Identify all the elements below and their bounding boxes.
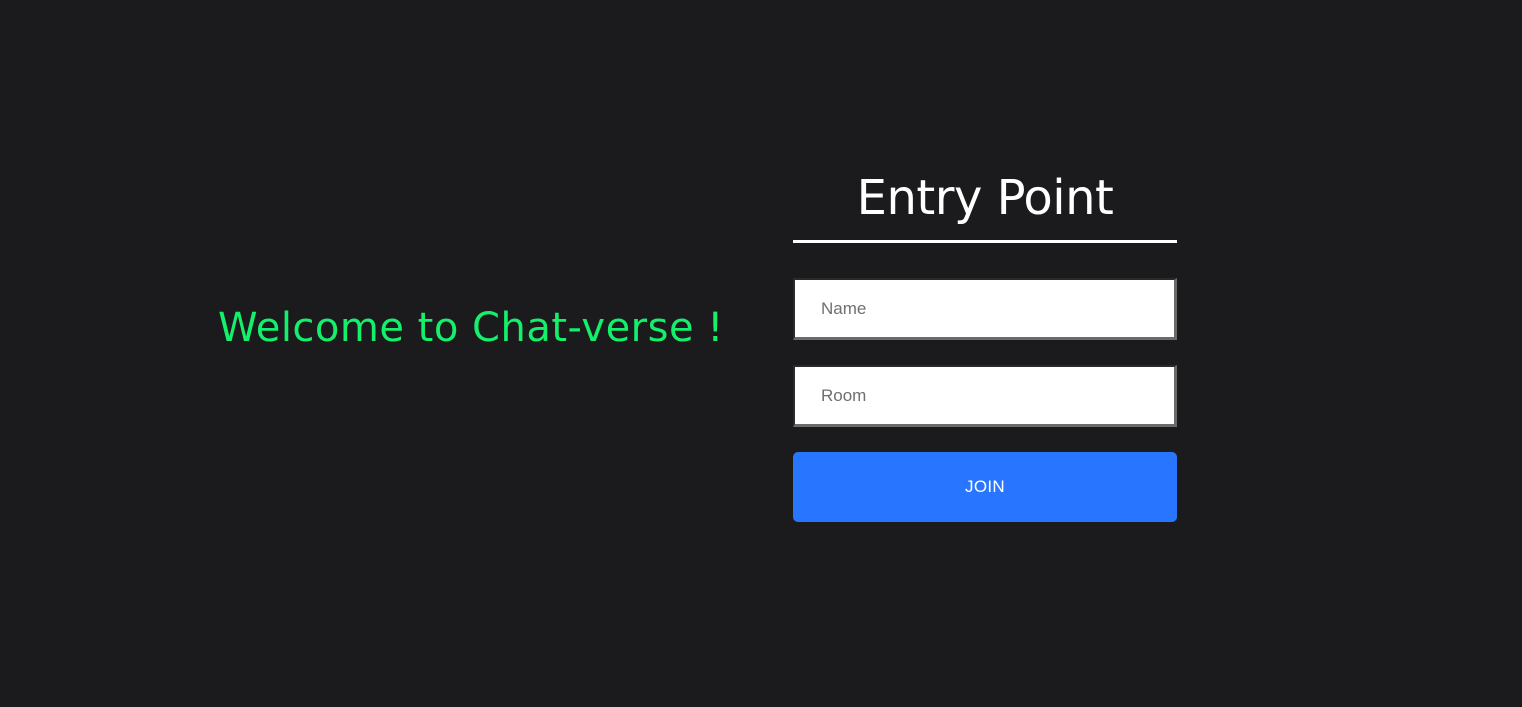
name-input[interactable] xyxy=(793,278,1177,340)
title-divider xyxy=(793,240,1177,243)
entry-form: Entry Point JOIN xyxy=(793,168,1177,522)
entry-title: Entry Point xyxy=(856,170,1114,226)
join-button[interactable]: JOIN xyxy=(793,452,1177,522)
room-input[interactable] xyxy=(793,365,1177,427)
welcome-heading: Welcome to Chat-verse ! xyxy=(218,305,724,351)
